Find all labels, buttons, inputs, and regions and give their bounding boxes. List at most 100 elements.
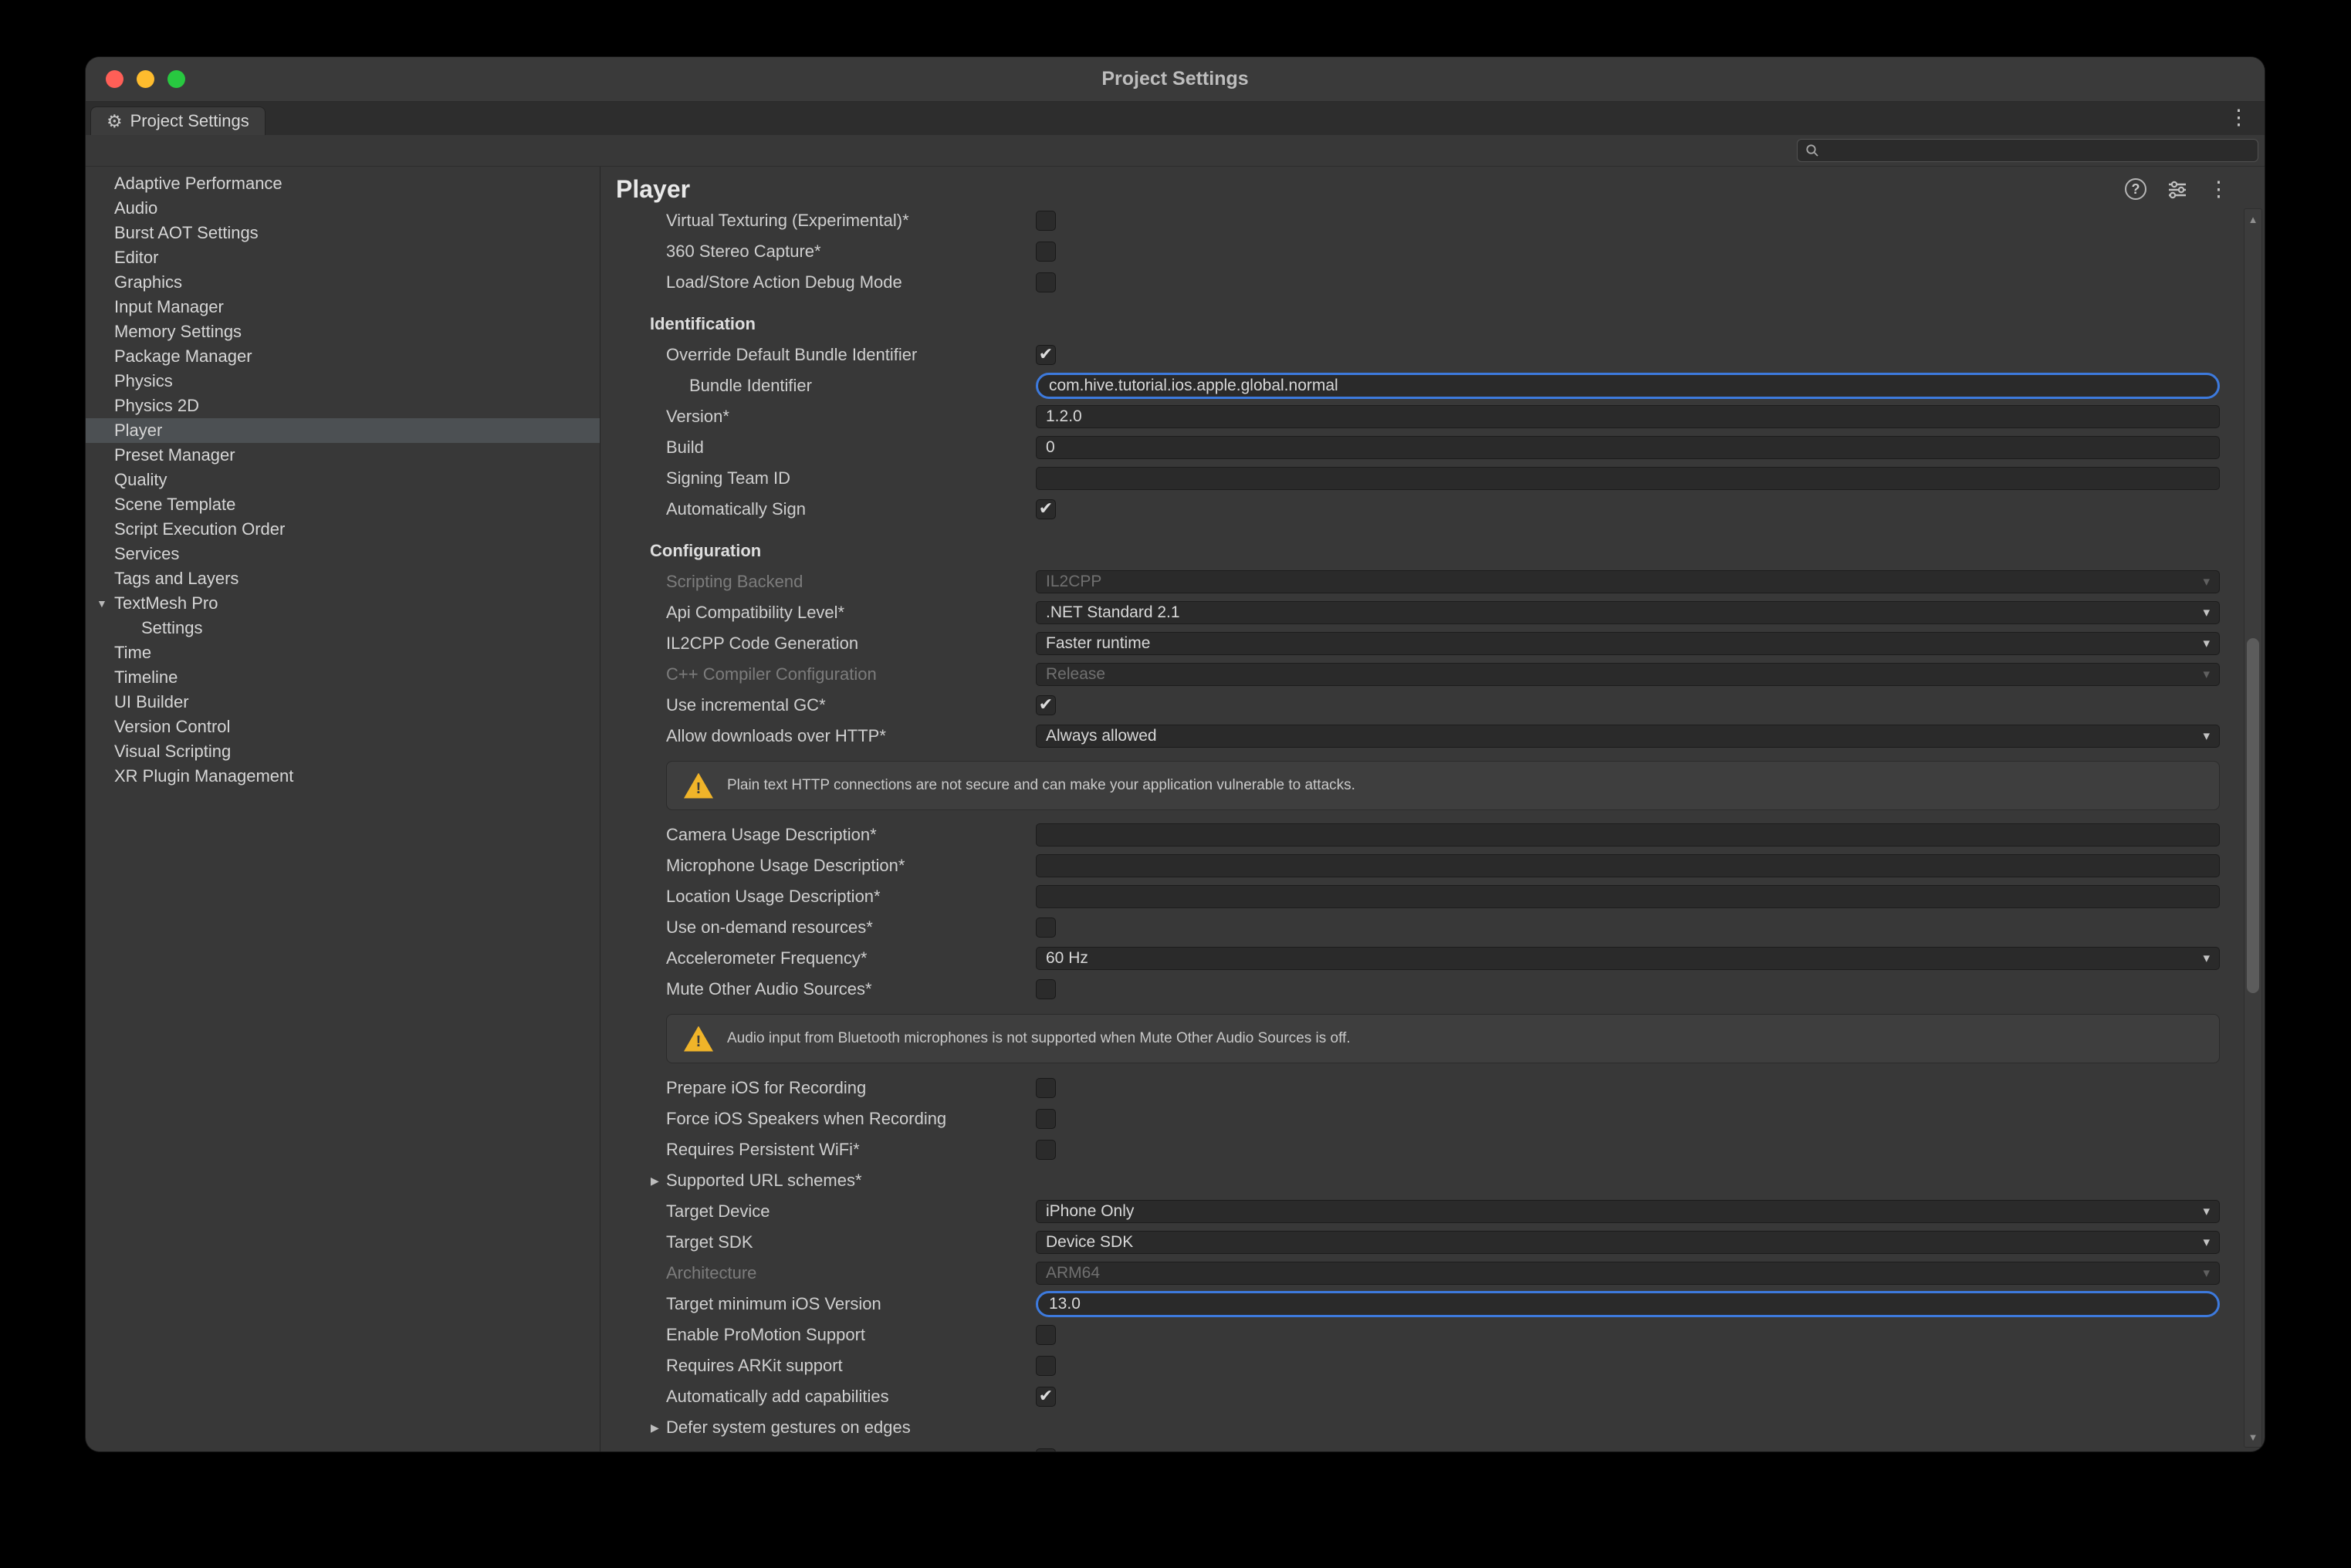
- settings-row-architecture: ArchitectureARM64▾: [600, 1258, 2265, 1289]
- foldout-collapsed-icon[interactable]: ▶: [651, 1174, 666, 1188]
- sidebar-item-package-manager[interactable]: Package Manager: [86, 344, 600, 369]
- checkbox[interactable]: [1036, 1356, 1056, 1376]
- dropdown[interactable]: Device SDK▾: [1036, 1231, 2220, 1254]
- checkbox[interactable]: [1036, 272, 1056, 292]
- search-input[interactable]: [1825, 142, 2250, 160]
- text-field-value: com.hive.tutorial.ios.apple.global.norma…: [1049, 377, 1338, 395]
- checkbox[interactable]: [1036, 979, 1056, 999]
- sidebar-item-ui-builder[interactable]: UI Builder: [86, 690, 600, 715]
- dropdown[interactable]: 60 Hz▾: [1036, 947, 2220, 970]
- gear-icon: ⚙: [107, 111, 123, 132]
- checkbox[interactable]: [1036, 242, 1056, 262]
- row-value: [1036, 823, 2220, 847]
- row-label: Force iOS Speakers when Recording: [666, 1109, 1036, 1129]
- scrollbar-thumb[interactable]: [2247, 638, 2259, 993]
- foldout-expanded-icon[interactable]: ▼: [96, 591, 107, 616]
- sidebar-item-quality[interactable]: Quality: [86, 468, 600, 492]
- scroll-down-arrow-icon[interactable]: ▼: [2244, 1428, 2261, 1445]
- checkbox[interactable]: [1036, 1109, 1056, 1129]
- checkbox[interactable]: ✔: [1036, 345, 1056, 365]
- checkbox[interactable]: [1036, 211, 1056, 231]
- dropdown: Release▾: [1036, 663, 2220, 686]
- check-icon: ✔: [1037, 694, 1055, 715]
- search-box[interactable]: [1797, 139, 2258, 162]
- text-field[interactable]: 0: [1036, 436, 2220, 459]
- checkbox[interactable]: [1036, 1078, 1056, 1098]
- text-field[interactable]: [1036, 467, 2220, 490]
- sidebar-item-graphics[interactable]: Graphics: [86, 270, 600, 295]
- checkbox[interactable]: [1036, 1448, 1056, 1451]
- sidebar-item-adaptive-performance[interactable]: Adaptive Performance: [86, 171, 600, 196]
- chevron-down-icon: ▾: [2203, 951, 2210, 966]
- row-label: Virtual Texturing (Experimental)*: [666, 211, 1036, 231]
- row-label: Scripting Backend: [666, 572, 1036, 592]
- checkbox[interactable]: ✔: [1036, 1387, 1056, 1407]
- tab-strip: ⚙ Project Settings ⋮: [86, 102, 2265, 135]
- sidebar-item-visual-scripting[interactable]: Visual Scripting: [86, 739, 600, 764]
- sidebar-item-timeline[interactable]: Timeline: [86, 665, 600, 690]
- text-field[interactable]: [1036, 885, 2220, 908]
- sidebar-item-xr-plugin-management[interactable]: XR Plugin Management: [86, 764, 600, 789]
- dropdown[interactable]: Always allowed▾: [1036, 725, 2220, 748]
- sidebar-item-label: Physics: [114, 371, 173, 390]
- sidebar-item-preset-manager[interactable]: Preset Manager: [86, 443, 600, 468]
- sidebar-item-label: Adaptive Performance: [114, 174, 282, 193]
- row-value: 60 Hz▾: [1036, 947, 2220, 970]
- settings-row-api-compatibility-level: Api Compatibility Level*.NET Standard 2.…: [600, 597, 2265, 628]
- minimize-button[interactable]: [137, 70, 154, 88]
- text-field[interactable]: com.hive.tutorial.ios.apple.global.norma…: [1036, 373, 2220, 399]
- sidebar-item-editor[interactable]: Editor: [86, 245, 600, 270]
- checkbox[interactable]: [1036, 1325, 1056, 1345]
- row-label: IL2CPP Code Generation: [666, 634, 1036, 654]
- zoom-button[interactable]: [167, 70, 185, 88]
- checkbox[interactable]: ✔: [1036, 695, 1056, 715]
- dropdown[interactable]: .NET Standard 2.1▾: [1036, 601, 2220, 624]
- title-bar[interactable]: Project Settings: [86, 57, 2265, 102]
- tab-project-settings[interactable]: ⚙ Project Settings: [90, 106, 266, 135]
- row-value: [1036, 272, 2220, 292]
- sidebar-item-input-manager[interactable]: Input Manager: [86, 295, 600, 319]
- sidebar-item-label: Graphics: [114, 272, 182, 292]
- sidebar-item-label: Physics 2D: [114, 396, 199, 415]
- sidebar-item-scene-template[interactable]: Scene Template: [86, 492, 600, 517]
- sidebar-item-version-control[interactable]: Version Control: [86, 715, 600, 739]
- sidebar-item-time[interactable]: Time: [86, 640, 600, 665]
- sidebar-item-tags-and-layers[interactable]: Tags and Layers: [86, 566, 600, 591]
- tab-area-menu-icon[interactable]: ⋮: [2228, 106, 2249, 130]
- checkbox[interactable]: [1036, 1140, 1056, 1160]
- sidebar-item-textmesh-pro[interactable]: ▼TextMesh Pro: [86, 591, 600, 616]
- sidebar-item-script-execution-order[interactable]: Script Execution Order: [86, 517, 600, 542]
- row-label[interactable]: Supported URL schemes*: [666, 1171, 1036, 1191]
- sidebar-item-burst-aot-settings[interactable]: Burst AOT Settings: [86, 221, 600, 245]
- preset-sliders-icon[interactable]: [2167, 178, 2188, 200]
- sidebar-item-services[interactable]: Services: [86, 542, 600, 566]
- text-field[interactable]: 1.2.0: [1036, 405, 2220, 428]
- text-field[interactable]: [1036, 823, 2220, 847]
- settings-row-supported-url-schemes: ▶Supported URL schemes*: [600, 1165, 2265, 1196]
- settings-row-c-compiler-configuration: C++ Compiler ConfigurationRelease▾: [600, 659, 2265, 690]
- search-icon: [1805, 144, 1819, 157]
- panel-menu-icon[interactable]: ⋮: [2208, 179, 2229, 200]
- sidebar-item-audio[interactable]: Audio: [86, 196, 600, 221]
- text-field[interactable]: 13.0: [1036, 1291, 2220, 1317]
- scrollbar-track[interactable]: ▲ ▼: [2244, 208, 2262, 1448]
- close-button[interactable]: [106, 70, 123, 88]
- row-label: Bundle Identifier: [666, 376, 1036, 396]
- foldout-collapsed-icon[interactable]: ▶: [651, 1421, 666, 1435]
- dropdown[interactable]: Faster runtime▾: [1036, 632, 2220, 655]
- sidebar-item-settings[interactable]: Settings: [86, 616, 600, 640]
- text-field[interactable]: [1036, 854, 2220, 877]
- scroll-up-arrow-icon[interactable]: ▲: [2244, 211, 2261, 228]
- help-icon[interactable]: ?: [2125, 178, 2146, 200]
- sidebar-item-physics[interactable]: Physics: [86, 369, 600, 394]
- checkbox[interactable]: [1036, 917, 1056, 938]
- checkbox[interactable]: ✔: [1036, 499, 1056, 519]
- sidebar-item-player[interactable]: Player: [86, 418, 600, 443]
- sidebar-item-memory-settings[interactable]: Memory Settings: [86, 319, 600, 344]
- sidebar-item-label: Package Manager: [114, 346, 252, 366]
- dropdown[interactable]: iPhone Only▾: [1036, 1200, 2220, 1223]
- sidebar-item-physics-2d[interactable]: Physics 2D: [86, 394, 600, 418]
- settings-row-override-default-bundle-identifier: Override Default Bundle Identifier✔: [600, 340, 2265, 370]
- row-value: [1036, 1109, 2220, 1129]
- row-label[interactable]: Defer system gestures on edges: [666, 1418, 1036, 1438]
